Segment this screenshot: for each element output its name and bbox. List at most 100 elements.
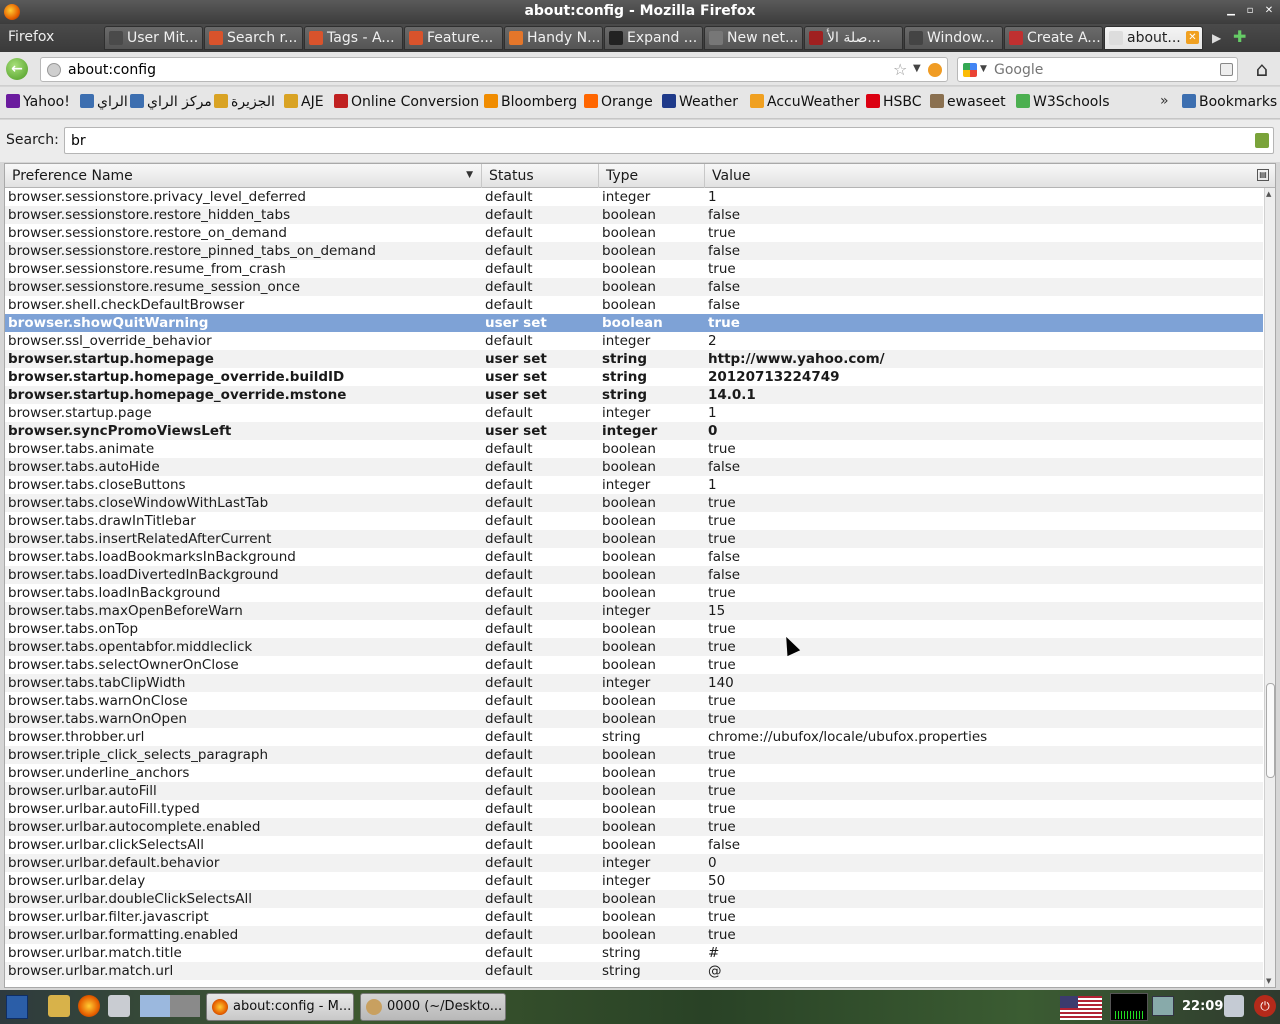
table-row[interactable]: browser.sessionstore.restore_on_demand de… [5,224,1263,242]
tab-close-icon[interactable]: ✕ [1186,31,1199,44]
home-icon[interactable]: ⌂ [1250,57,1274,81]
column-header-name[interactable]: Preference Name ▼ [5,164,482,188]
tab-9[interactable]: Create A... [1004,26,1103,50]
clear-search-icon[interactable] [1255,133,1269,148]
bookmark-2[interactable]: مركز الراي [130,94,212,110]
table-row[interactable]: browser.startup.homepage user set string ht… [5,350,1263,368]
bookmark-4[interactable]: AJE [284,94,324,110]
network-monitor-icon[interactable] [1152,996,1174,1016]
bookmark-5[interactable]: Online Conversion [334,94,479,110]
tab-4[interactable]: Handy N... [504,26,603,50]
scroll-up-icon[interactable]: ▲ [1266,190,1271,198]
lock-screen-icon[interactable] [1224,995,1244,1017]
table-row[interactable]: browser.tabs.loadInBackground default bool… [5,584,1263,602]
table-row[interactable]: browser.tabs.animate default boolean true [5,440,1263,458]
tab-7[interactable]: صلة الأ... [804,26,903,50]
start-menu-icon[interactable] [6,995,28,1019]
bookmark-1[interactable]: الراي [80,94,128,110]
config-search-input[interactable] [71,132,1231,150]
file-manager-icon[interactable] [48,995,70,1017]
bookmark-9[interactable]: AccuWeather [750,94,860,110]
tab-0[interactable]: User Mit... [104,26,203,50]
table-row[interactable]: browser.ssl_override_behavior default inte… [5,332,1263,350]
table-row[interactable]: browser.tabs.insertRelatedAfterCurrent de… [5,530,1263,548]
site-identity-icon[interactable] [47,63,61,77]
url-bar[interactable]: ☆ ▼ [40,57,948,82]
firefox-menu-button[interactable]: Firefox [0,24,100,52]
table-row[interactable]: browser.tabs.autoHide default boolean false [5,458,1263,476]
web-search-input[interactable] [994,61,1214,78]
table-row[interactable]: browser.startup.homepage_override.mstone… [5,386,1263,404]
table-row[interactable]: browser.tabs.tabClipWidth default integer 1… [5,674,1263,692]
table-row[interactable]: browser.urlbar.clickSelectsAll default boo… [5,836,1263,854]
new-tab-icon[interactable]: ✚ [1233,27,1246,46]
taskbar-task-0[interactable]: about:config - M... [206,993,354,1021]
tab-2[interactable]: Tags - A... [304,26,403,50]
table-row[interactable]: browser.startup.page default integer 1 [5,404,1263,422]
taskbar-task-1[interactable]: 0000 (~/Deskto... [360,993,506,1021]
google-engine-icon[interactable] [963,63,977,77]
table-row[interactable]: browser.tabs.selectOwnerOnClose default bo… [5,656,1263,674]
table-row[interactable]: browser.urlbar.autoFill.typed default bool… [5,800,1263,818]
table-row[interactable]: browser.syncPromoViewsLeft user set intege… [5,422,1263,440]
table-row[interactable]: browser.tabs.closeButtons default integer 1 [5,476,1263,494]
scrollbar-thumb[interactable] [1266,683,1275,778]
bookmark-7[interactable]: Orange [584,94,653,110]
firefox-launcher-icon[interactable] [78,995,100,1017]
bookmark-6[interactable]: Bloomberg [484,94,577,110]
vertical-scrollbar[interactable]: ▲ ▼ [1264,188,1275,987]
column-header-status[interactable]: Status [482,164,599,188]
table-row[interactable]: browser.urlbar.filter.javascript default b… [5,908,1263,926]
maximize-icon[interactable]: ▫ [1243,4,1257,18]
search-go-icon[interactable] [1220,63,1233,76]
tab-6[interactable]: New net... [704,26,803,50]
table-row[interactable]: browser.urlbar.delay default integer 50 [5,872,1263,890]
table-row[interactable]: browser.urlbar.autocomplete.enabled defau… [5,818,1263,836]
table-row[interactable]: browser.tabs.drawInTitlebar default boolea… [5,512,1263,530]
tab-scroll-right-icon[interactable]: ▶ [1212,31,1221,45]
minimize-icon[interactable]: ▁ [1224,4,1238,18]
bookmark-10[interactable]: HSBC [866,94,922,110]
table-row[interactable]: browser.tabs.warnOnClose default boolean tr… [5,692,1263,710]
table-row[interactable]: browser.sessionstore.resume_session_once… [5,278,1263,296]
table-row[interactable]: browser.urlbar.doubleClickSelectsAll defa… [5,890,1263,908]
tab-1[interactable]: Search r... [204,26,303,50]
close-icon[interactable]: ✕ [1262,4,1276,18]
table-row[interactable]: browser.triple_click_selects_paragraph de… [5,746,1263,764]
table-row[interactable]: browser.tabs.maxOpenBeforeWarn default int… [5,602,1263,620]
config-search-field[interactable] [64,127,1274,154]
table-row[interactable]: browser.underline_anchors default boolean t… [5,764,1263,782]
clock[interactable]: 22:09 [1182,999,1223,1014]
history-dropdown-icon[interactable]: ▼ [913,63,921,74]
table-row[interactable]: browser.sessionstore.privacy_level_defer… [5,188,1263,206]
table-row[interactable]: browser.startup.homepage_override.buildI… [5,368,1263,386]
search-bar[interactable]: ▼ [957,57,1238,82]
feed-icon[interactable] [928,63,942,77]
table-row[interactable]: browser.urlbar.match.title default string # [5,944,1263,962]
bookmark-3[interactable]: الجزيرة [214,94,275,110]
table-row[interactable]: browser.showQuitWarning user set boolean tr… [5,314,1263,332]
table-row[interactable]: browser.tabs.onTop default boolean true [5,620,1263,638]
table-row[interactable]: browser.urlbar.autoFill default boolean tru… [5,782,1263,800]
bookmark-8[interactable]: Weather [662,94,738,110]
table-row[interactable]: browser.sessionstore.restore_pinned_tabs… [5,242,1263,260]
table-row[interactable]: browser.tabs.opentabfor.middleclick defau… [5,638,1263,656]
bookmark-star-icon[interactable]: ☆ [893,60,907,79]
tab-8[interactable]: Window... [904,26,1003,50]
table-row[interactable]: browser.tabs.loadDivertedInBackground def… [5,566,1263,584]
show-desktop-icon[interactable] [108,995,130,1017]
tab-10[interactable]: about... ✕ [1104,26,1203,50]
bookmarks-menu-button[interactable]: Bookmarks [1182,94,1277,110]
tab-3[interactable]: Feature... [404,26,503,50]
table-row[interactable]: browser.shell.checkDefaultBrowser default… [5,296,1263,314]
bookmark-0[interactable]: Yahoo! [6,94,70,110]
table-row[interactable]: browser.urlbar.formatting.enabled default… [5,926,1263,944]
table-row[interactable]: browser.tabs.warnOnOpen default boolean tru… [5,710,1263,728]
column-header-value[interactable]: Value [705,164,1263,188]
scroll-down-icon[interactable]: ▼ [1266,977,1271,985]
table-row[interactable]: browser.tabs.loadBookmarksInBackground de… [5,548,1263,566]
table-row[interactable]: browser.throbber.url default string chrome:… [5,728,1263,746]
tab-5[interactable]: Expand ... [604,26,703,50]
engine-dropdown-icon[interactable]: ▼ [980,64,987,74]
power-icon[interactable]: ⏻ [1254,995,1276,1017]
